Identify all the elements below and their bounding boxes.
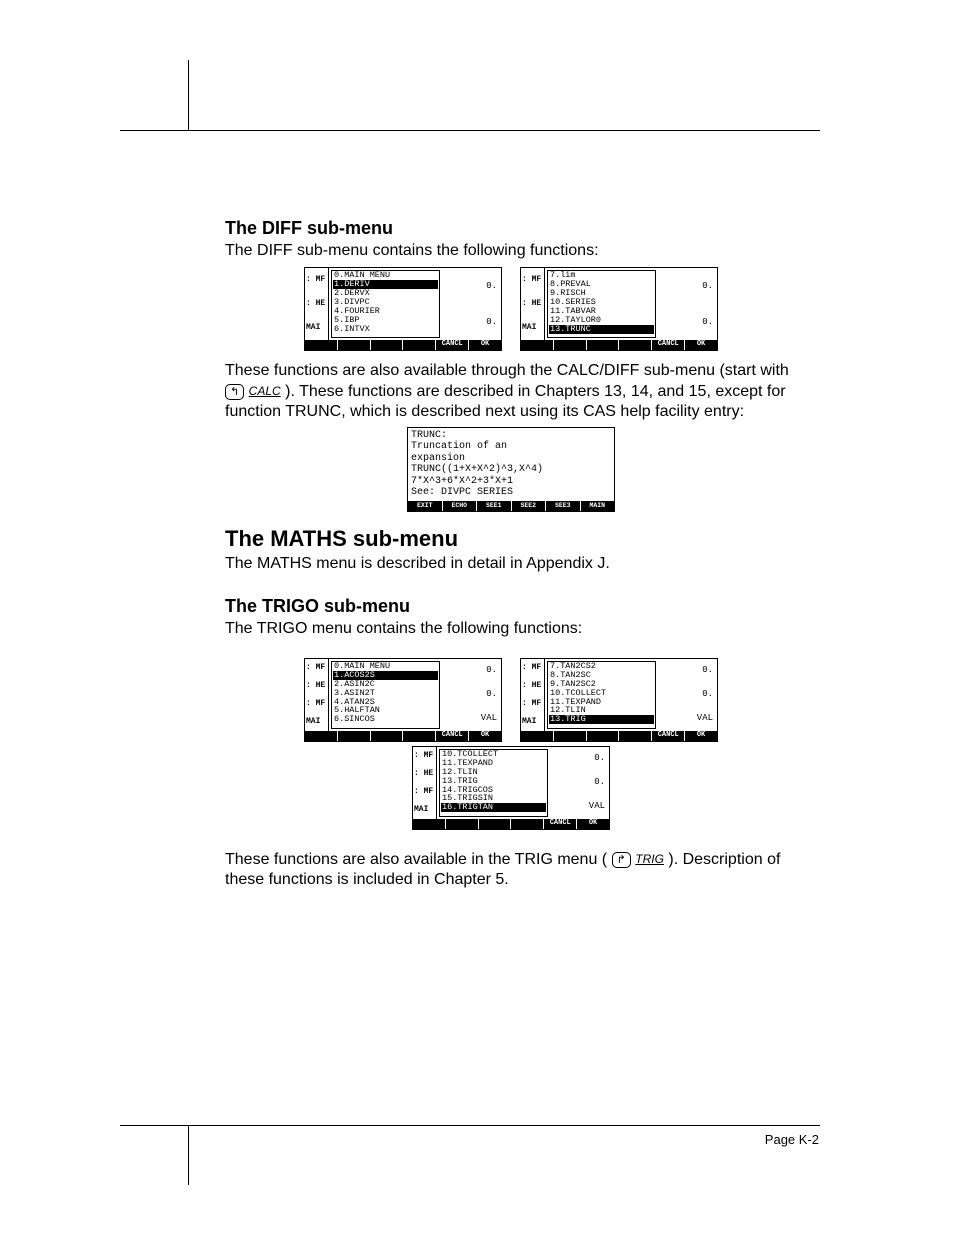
ok-softkey[interactable]: OK	[577, 819, 609, 829]
page-rule-bottom	[120, 1125, 820, 1126]
echo-softkey[interactable]: ECHO	[443, 501, 478, 511]
diff-screen-1: : MF : HE MAI 0.MAIN MENU 1.DERIV 2.DERV…	[304, 267, 502, 351]
cancel-softkey[interactable]: CANCL	[436, 340, 469, 350]
calc-menu[interactable]: 10.TCOLLECT 11.TEXPAND 12.TLIN 13.TRIG 1…	[439, 749, 548, 817]
page-notch-top	[188, 60, 189, 130]
see2-softkey[interactable]: SEE2	[512, 501, 547, 511]
trigo-screens-row2: : MF : HE : MF MAI 10.TCOLLECT 11.TEXPAN…	[225, 746, 797, 830]
calc-menu[interactable]: 0.MAIN MENU 1.ACOS2S 2.ASIN2C 3.ASIN2T 4…	[331, 661, 440, 729]
calc-key-label: CALC	[249, 384, 281, 398]
cancel-softkey[interactable]: CANCL	[544, 819, 577, 829]
calc-stack-labels: : MF : HE MAI	[305, 268, 329, 340]
ok-softkey[interactable]: OK	[469, 731, 501, 741]
trunc-help-screen: TRUNC: Truncation of an expansion TRUNC(…	[407, 427, 615, 512]
diff-intro: The DIFF sub-menu contains the following…	[225, 241, 797, 261]
trigo-screen-1: : MF : HE : MF MAI 0.MAIN MENU 1.ACOS2S …	[304, 658, 502, 742]
menu-item-selected[interactable]: 13.TRIG	[549, 715, 654, 724]
calc-menu[interactable]: 7.TAN2CS2 8.TAN2SC 9.TAN2SC2 10.TCOLLECT…	[547, 661, 656, 729]
trigo-screen-3: : MF : HE : MF MAI 10.TCOLLECT 11.TEXPAN…	[412, 746, 610, 830]
ok-softkey[interactable]: OK	[685, 731, 717, 741]
exit-softkey[interactable]: EXIT	[408, 501, 443, 511]
maths-text: The MATHS menu is described in detail in…	[225, 554, 797, 574]
ok-softkey[interactable]: OK	[685, 340, 717, 350]
calc-stack-values: 0. 0.	[440, 268, 501, 340]
page-content: The DIFF sub-menu The DIFF sub-menu cont…	[225, 218, 797, 895]
diff-paragraph: These functions are also available throu…	[225, 361, 797, 422]
trigo-intro: The TRIGO menu contains the following fu…	[225, 619, 797, 639]
page-notch-bottom	[188, 1125, 189, 1185]
cancel-softkey[interactable]: CANCL	[436, 731, 469, 741]
page-rule-top	[120, 130, 820, 131]
right-shift-key-icon: ↱	[612, 852, 631, 868]
see1-softkey[interactable]: SEE1	[477, 501, 512, 511]
calc-menu[interactable]: 7.lim 8.PREVAL 9.RISCH 10.SERIES 11.TABV…	[547, 270, 656, 338]
trigo-screens-row1: : MF : HE : MF MAI 0.MAIN MENU 1.ACOS2S …	[225, 658, 797, 742]
help-softkeys: EXIT ECHO SEE1 SEE2 SEE3 MAIN	[408, 501, 614, 511]
cancel-softkey[interactable]: CANCL	[652, 731, 685, 741]
maths-heading: The MATHS sub-menu	[225, 526, 797, 552]
menu-item-selected[interactable]: 16.TRIGTAN	[441, 803, 546, 812]
diff-screen-2: : MF : HE MAI 7.lim 8.PREVAL 9.RISCH 10.…	[520, 267, 718, 351]
softkey-row: CANCL OK	[305, 340, 501, 350]
diff-heading: The DIFF sub-menu	[225, 218, 797, 239]
trig-key-label: TRIG	[635, 852, 664, 866]
trigo-heading: The TRIGO sub-menu	[225, 596, 797, 617]
cancel-softkey[interactable]: CANCL	[652, 340, 685, 350]
main-softkey[interactable]: MAIN	[581, 501, 615, 511]
menu-item-selected[interactable]: 13.TRUNC	[549, 325, 654, 334]
page-number: Page K-2	[765, 1132, 819, 1147]
ok-softkey[interactable]: OK	[469, 340, 501, 350]
see3-softkey[interactable]: SEE3	[546, 501, 581, 511]
trigo-screen-2: : MF : HE : MF MAI 7.TAN2CS2 8.TAN2SC 9.…	[520, 658, 718, 742]
left-shift-key-icon: ↰	[225, 384, 244, 400]
diff-screens: : MF : HE MAI 0.MAIN MENU 1.DERIV 2.DERV…	[225, 267, 797, 351]
calc-menu[interactable]: 0.MAIN MENU 1.DERIV 2.DERVX 3.DIVPC 4.FO…	[331, 270, 440, 338]
trigo-paragraph: These functions are also available in th…	[225, 850, 797, 891]
